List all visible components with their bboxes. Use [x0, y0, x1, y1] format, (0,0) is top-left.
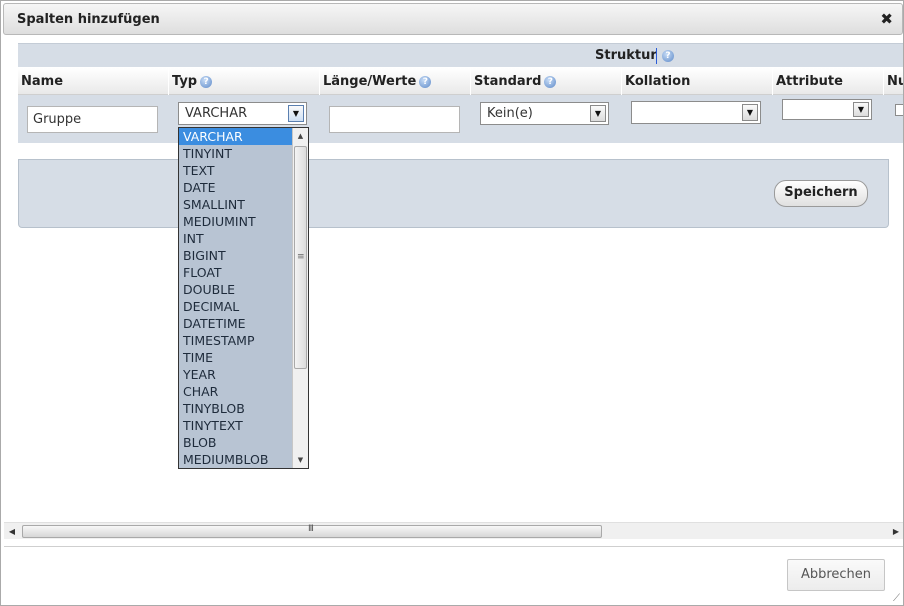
type-option[interactable]: TIME [179, 349, 292, 366]
type-option[interactable]: BIGINT [179, 247, 292, 264]
null-checkbox[interactable] [895, 104, 903, 116]
horizontal-scrollbar[interactable]: ◀ III ▶ [4, 522, 903, 540]
header-default: Standard? [471, 68, 622, 95]
structure-band: Struktur ? [18, 43, 903, 67]
dropdown-scrollbar[interactable]: ▲ ≡ ▼ [292, 128, 308, 468]
header-name: Name [18, 68, 169, 95]
resize-grip-icon[interactable]: ⟋ [893, 593, 900, 604]
header-collation: Kollation [622, 68, 773, 95]
type-option[interactable]: TINYINT [179, 145, 292, 162]
header-length-label: Länge/Werte [323, 74, 417, 89]
default-select-value: Kein(e) [487, 106, 533, 121]
type-option[interactable]: TIMESTAMP [179, 332, 292, 349]
type-option[interactable]: BLOB [179, 434, 292, 451]
default-select[interactable]: Kein(e) ▼ [480, 102, 609, 125]
header-attributes-label: Attribute [776, 74, 843, 89]
collation-select[interactable]: ▼ [631, 101, 761, 124]
type-option[interactable]: CHAR [179, 383, 292, 400]
scroll-left-icon[interactable]: ◀ [4, 523, 20, 540]
type-options: VARCHAR TINYINT TEXT DATE SMALLINT MEDIUMINT I… [179, 128, 308, 468]
horizontal-scroll-thumb[interactable]: III [22, 524, 602, 538]
text-caret [656, 48, 657, 64]
type-option[interactable]: TINYTEXT [179, 417, 292, 434]
type-option[interactable]: TEXT [179, 162, 292, 179]
length-values-input[interactable] [329, 106, 460, 133]
scroll-thumb[interactable]: ≡ [294, 146, 307, 369]
chevron-down-icon[interactable]: ▼ [742, 104, 758, 121]
type-option[interactable]: DOUBLE [179, 281, 292, 298]
grip-icon: III [308, 524, 314, 534]
help-icon[interactable]: ? [662, 50, 674, 62]
help-icon[interactable]: ? [200, 75, 213, 88]
column-header-row: Name Typ? Länge/Werte? Standard? Kollati… [18, 68, 903, 95]
type-option[interactable]: MEDIUMBLOB [179, 451, 292, 468]
scroll-right-icon[interactable]: ▶ [888, 523, 903, 540]
help-icon[interactable]: ? [544, 75, 557, 88]
type-select-value: VARCHAR [185, 106, 248, 121]
cancel-button[interactable]: Abbrechen [787, 559, 885, 591]
chevron-down-icon[interactable]: ▼ [853, 102, 869, 117]
grip-icon: ≡ [297, 252, 305, 262]
header-attributes: Attribute [773, 68, 884, 95]
header-collation-label: Kollation [625, 74, 691, 89]
dialog-content: Struktur ? Name Typ? Länge/Werte? Standa… [1, 37, 903, 521]
dialog-titlebar[interactable]: Spalten hinzufügen ✖ [3, 3, 903, 35]
chevron-down-icon[interactable]: ▼ [288, 105, 304, 122]
structure-label: Struktur [595, 48, 657, 63]
chevron-down-icon[interactable]: ▼ [590, 105, 606, 122]
header-length: Länge/Werte? [320, 68, 471, 95]
header-default-label: Standard [474, 74, 542, 89]
type-option[interactable]: SMALLINT [179, 196, 292, 213]
type-option[interactable]: DATETIME [179, 315, 292, 332]
scroll-up-icon[interactable]: ▲ [293, 128, 308, 144]
type-option[interactable]: DATE [179, 179, 292, 196]
type-option[interactable]: VARCHAR [179, 128, 292, 145]
type-option[interactable]: TINYBLOB [179, 400, 292, 417]
column-name-input[interactable] [27, 106, 158, 133]
close-icon[interactable]: ✖ [880, 10, 893, 28]
header-name-label: Name [21, 74, 64, 89]
header-type-label: Typ [172, 74, 198, 89]
save-button[interactable]: Speichern [774, 180, 868, 207]
header-type: Typ? [169, 68, 320, 95]
scroll-down-icon[interactable]: ▼ [293, 452, 308, 468]
type-option[interactable]: INT [179, 230, 292, 247]
type-option[interactable]: YEAR [179, 366, 292, 383]
type-option[interactable]: DECIMAL [179, 298, 292, 315]
type-dropdown-list[interactable]: VARCHAR TINYINT TEXT DATE SMALLINT MEDIUMINT I… [178, 127, 309, 469]
header-null: Nu [884, 68, 903, 95]
attributes-select[interactable]: ▼ [782, 99, 872, 120]
type-option[interactable]: FLOAT [179, 264, 292, 281]
type-option[interactable]: MEDIUMINT [179, 213, 292, 230]
save-panel: Speichern [18, 159, 889, 228]
help-icon[interactable]: ? [419, 75, 432, 88]
dialog-title: Spalten hinzufügen [17, 12, 160, 27]
dialog-footer: Abbrechen ⟋ [4, 546, 903, 605]
add-columns-dialog: Spalten hinzufügen ✖ Struktur ? Name Typ… [0, 0, 904, 606]
header-null-label: Nu [887, 74, 903, 89]
type-select[interactable]: VARCHAR ▼ [178, 102, 307, 125]
column-definition-row: VARCHAR ▼ Kein(e) ▼ ▼ ▼ [18, 95, 903, 143]
